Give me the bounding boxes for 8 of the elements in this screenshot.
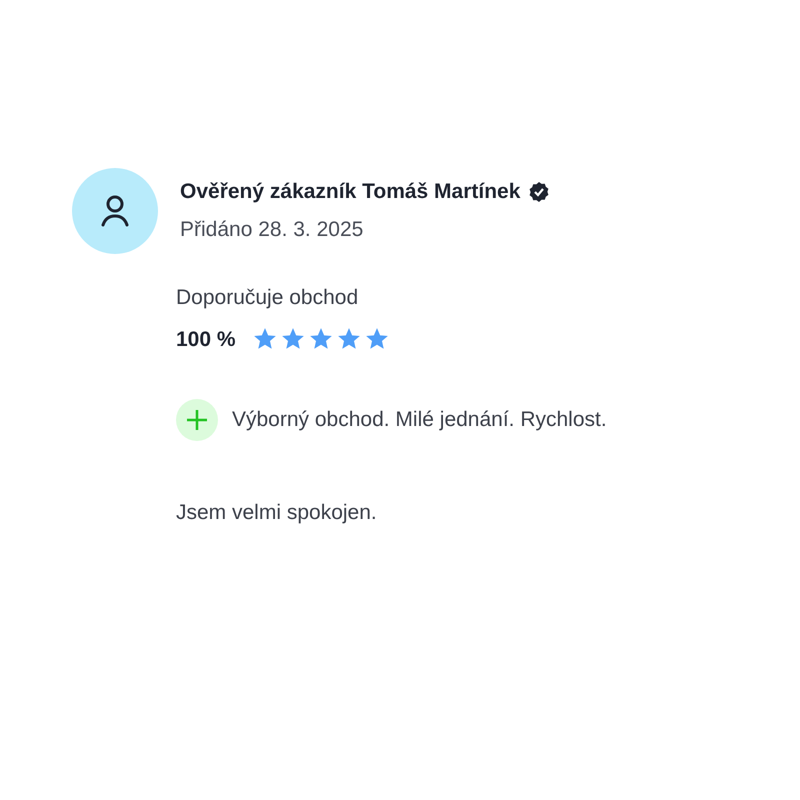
author-name: Ověřený zákazník Tomáš Martínek xyxy=(180,179,520,205)
review-date: Přidáno 28. 3. 2025 xyxy=(180,216,364,242)
recommend-label: Doporučuje obchod xyxy=(176,285,360,311)
plus-icon xyxy=(176,399,218,441)
recommend-percent: 100 % xyxy=(176,326,236,352)
user-icon xyxy=(99,194,131,228)
review-comment: Jsem velmi spokojen. xyxy=(176,500,378,526)
review-point: Výborný obchod. Milé jednání. Rychlost. xyxy=(232,407,607,434)
